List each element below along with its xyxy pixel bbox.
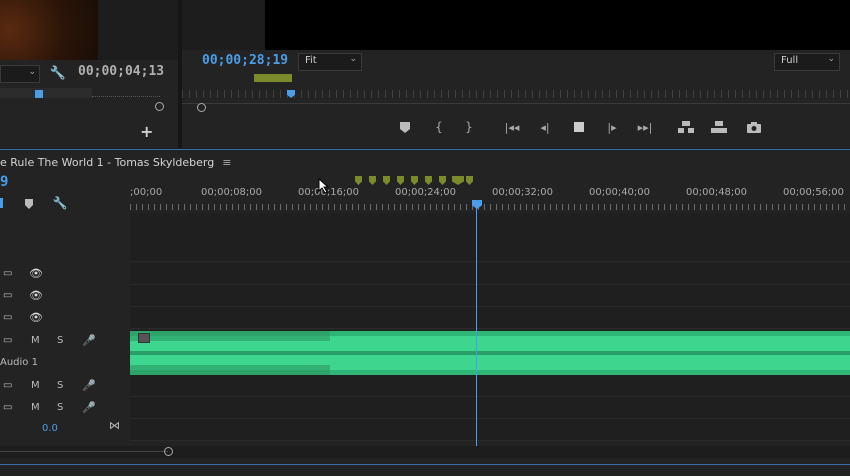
fit-select-label: Fit — [305, 55, 317, 66]
program-zoom-handle[interactable] — [197, 103, 206, 112]
chevron-down-icon: ⌄ — [349, 54, 357, 64]
ruler-label: ;00;00 — [130, 187, 163, 198]
film-icon[interactable]: ▭ — [3, 312, 12, 323]
scrollbar-track — [0, 451, 168, 452]
ruler-label: 00;00;08;00 — [201, 187, 263, 198]
bottom-focus-line — [0, 464, 850, 465]
source-timecode[interactable]: 00;00;04;13 — [78, 64, 164, 79]
program-ruler[interactable] — [182, 90, 850, 98]
sequence-title: e Rule The World 1 - Tomas Skyldeberg — [0, 155, 215, 169]
mute-button[interactable]: M — [31, 380, 40, 391]
quality-select[interactable]: Full ⌄ — [774, 53, 840, 71]
eye-icon[interactable]: 👁 — [29, 311, 43, 324]
marker-icon[interactable] — [23, 198, 35, 210]
video-track-header: ▭ 👁 — [0, 285, 128, 306]
mark-in-icon[interactable]: { — [432, 118, 446, 136]
sequence-playhead-timecode[interactable]: 9 — [0, 174, 8, 190]
program-timecode[interactable]: 00;00;28;19 — [202, 53, 288, 68]
camera-icon[interactable] — [746, 120, 762, 134]
timeline-horizontal-scrollbar[interactable] — [0, 446, 850, 458]
audio-clip[interactable] — [130, 331, 850, 375]
fit-select[interactable]: Fit ⌄ — [298, 53, 362, 71]
audio-lane-3[interactable] — [130, 397, 850, 419]
program-in-out-range[interactable] — [254, 74, 292, 82]
film-icon[interactable]: ▭ — [3, 290, 12, 301]
scrollbar-handle[interactable] — [164, 447, 173, 456]
ruler-label: 00;00;56;00 — [783, 187, 845, 198]
program-video — [265, 0, 850, 50]
source-panel-bg — [98, 0, 180, 60]
program-left-bg — [182, 0, 265, 50]
solo-button[interactable]: S — [57, 380, 63, 391]
mouse-cursor-icon — [318, 178, 330, 194]
film-icon[interactable]: ▭ — [3, 380, 12, 391]
audio-track-1-header: ▭ M S 🎤 Audio 1 — [0, 330, 128, 374]
step-forward-icon[interactable]: |▸ — [604, 118, 620, 136]
source-playhead[interactable] — [35, 90, 43, 98]
video-lane-2[interactable] — [130, 285, 850, 307]
mute-button[interactable]: M — [31, 335, 40, 346]
video-lane-top[interactable] — [130, 213, 850, 262]
source-ruler — [92, 96, 160, 101]
audio-track-name: Audio 1 — [0, 357, 38, 368]
step-back-icon[interactable]: ◂| — [537, 118, 553, 136]
source-monitor-controls: ⌄ 🔧 00;00;04;13 + — [0, 60, 178, 148]
sequence-tab[interactable]: e Rule The World 1 - Tomas Skyldeberg ≡ — [0, 155, 231, 169]
film-icon[interactable]: ▭ — [3, 268, 12, 279]
chevron-down-icon: ⌄ — [28, 67, 36, 77]
go-to-in-icon[interactable]: |◂◂ — [503, 118, 521, 136]
mark-out-icon[interactable]: } — [462, 118, 476, 136]
video-track-header: ▭ 👁 — [0, 307, 128, 328]
ruler-label: 00;00;48;00 — [686, 187, 748, 198]
source-zoom-handle[interactable] — [155, 102, 164, 111]
solo-button[interactable]: S — [57, 335, 63, 346]
transport-bar: { } |◂◂ ◂| |▸ ▸▸| — [390, 118, 770, 138]
eye-icon[interactable]: 👁 — [29, 289, 43, 302]
video-lane-1[interactable] — [130, 307, 850, 329]
lift-icon[interactable] — [677, 120, 695, 134]
source-video-preview — [0, 0, 98, 60]
program-zoom-bar[interactable] — [182, 103, 850, 110]
master-lane[interactable] — [130, 419, 850, 441]
snap-icon[interactable] — [0, 198, 3, 208]
video-track-header: ▭ 👁 — [0, 263, 128, 284]
ruler-label: 00;00;40;00 — [589, 187, 651, 198]
chevron-down-icon: ⌄ — [827, 54, 835, 64]
audio-track-3-header: ▭ M S 🎤 — [0, 397, 128, 418]
wrench-icon[interactable]: 🔧 — [50, 65, 66, 81]
go-to-out-icon[interactable]: ▸▸| — [636, 118, 654, 136]
film-icon[interactable]: ▭ — [3, 335, 12, 346]
source-scrub-bar[interactable] — [0, 88, 92, 98]
audio-lane-2[interactable] — [130, 375, 850, 397]
source-dropdown[interactable]: ⌄ — [0, 65, 40, 83]
master-volume-value[interactable]: 0.0 — [42, 423, 58, 434]
add-icon[interactable]: + — [140, 122, 153, 141]
microphone-icon[interactable]: 🎤 — [82, 401, 96, 414]
mute-button[interactable]: M — [31, 402, 40, 413]
eye-icon[interactable]: 👁 — [29, 267, 43, 280]
extract-icon[interactable] — [710, 120, 728, 134]
ruler-ticks — [130, 204, 850, 210]
clip-fx-badge[interactable] — [138, 333, 150, 343]
add-marker-icon[interactable] — [398, 120, 412, 134]
audio-track-2-header: ▭ M S 🎤 — [0, 375, 128, 396]
stop-icon[interactable] — [572, 120, 586, 134]
hamburger-icon[interactable]: ≡ — [222, 156, 231, 169]
ruler-label: 00;00;24;00 — [395, 187, 457, 198]
film-icon[interactable]: ▭ — [3, 402, 12, 413]
microphone-icon[interactable]: 🎤 — [82, 334, 96, 347]
microphone-icon[interactable]: 🎤 — [82, 379, 96, 392]
ruler-label: 00;00;32;00 — [492, 187, 554, 198]
solo-button[interactable]: S — [57, 402, 63, 413]
timeline-playhead-line[interactable] — [476, 207, 477, 446]
video-lane-3[interactable] — [130, 263, 850, 285]
quality-select-label: Full — [781, 55, 799, 66]
bowtie-icon[interactable]: ⋈ — [109, 419, 120, 432]
wrench-icon[interactable]: 🔧 — [53, 196, 68, 210]
